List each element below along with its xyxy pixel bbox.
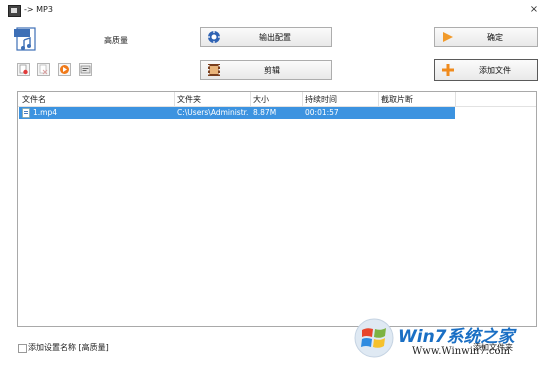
windows-logo-icon — [354, 318, 394, 358]
add-setting-name-checkbox[interactable] — [18, 344, 27, 353]
quality-preset-label[interactable]: 高质量 — [104, 35, 128, 46]
column-divider[interactable] — [378, 92, 379, 106]
title-bar: -> MP3 × — [0, 0, 549, 20]
mp3-file-icon — [14, 27, 36, 51]
gear-icon — [208, 31, 220, 43]
output-config-button[interactable]: 输出配置 — [200, 27, 332, 47]
table-header: 文件名 文件夹 大小 持续时间 截取片断 — [18, 92, 536, 107]
add-file-label: 添加文件 — [479, 66, 511, 75]
cell-size: 8.87M — [253, 108, 277, 117]
plus-icon — [442, 64, 454, 76]
close-button[interactable]: × — [526, 3, 542, 17]
watermark: Win7系统之家 Www.Winwin7.com — [354, 318, 544, 362]
cell-duration: 00:01:57 — [305, 108, 339, 117]
cell-filename: 1.mp4 — [33, 108, 57, 117]
column-divider[interactable] — [455, 92, 456, 106]
file-icon — [22, 108, 30, 118]
info-icon[interactable] — [79, 63, 92, 76]
add-file-button[interactable]: 添加文件 — [434, 59, 538, 81]
header-size[interactable]: 大小 — [253, 94, 269, 105]
column-divider[interactable] — [302, 92, 303, 106]
cell-folder: C:\Users\Administr... — [177, 108, 249, 117]
table-row[interactable]: 1.mp4 C:\Users\Administr... 8.87M 00:01:… — [19, 107, 455, 119]
remove-icon[interactable] — [37, 63, 50, 76]
film-icon — [208, 64, 220, 76]
header-clip[interactable]: 截取片断 — [381, 94, 413, 105]
watermark-url: Www.Winwin7.com — [412, 346, 510, 357]
file-list-table[interactable]: 文件名 文件夹 大小 持续时间 截取片断 1.mp4 C:\Users\Admi… — [17, 91, 537, 327]
app-icon — [8, 5, 21, 17]
header-folder[interactable]: 文件夹 — [177, 94, 201, 105]
confirm-label: 确定 — [487, 33, 503, 42]
watermark-brand: Win7系统之家 — [398, 327, 515, 347]
column-divider[interactable] — [174, 92, 175, 106]
edit-label: 剪辑 — [264, 66, 280, 75]
edit-button[interactable]: 剪辑 — [200, 60, 332, 80]
add-setting-name-label[interactable]: 添加设置名称 [高质量] — [28, 342, 109, 353]
window-title: -> MP3 — [24, 5, 53, 14]
header-filename[interactable]: 文件名 — [22, 94, 46, 105]
header-duration[interactable]: 持续时间 — [305, 94, 337, 105]
arrow-right-icon — [443, 32, 453, 42]
play-icon[interactable] — [58, 63, 71, 76]
column-divider[interactable] — [250, 92, 251, 106]
output-config-label: 输出配置 — [259, 33, 291, 42]
confirm-button[interactable]: 确定 — [434, 27, 538, 47]
add-icon[interactable] — [17, 63, 30, 76]
